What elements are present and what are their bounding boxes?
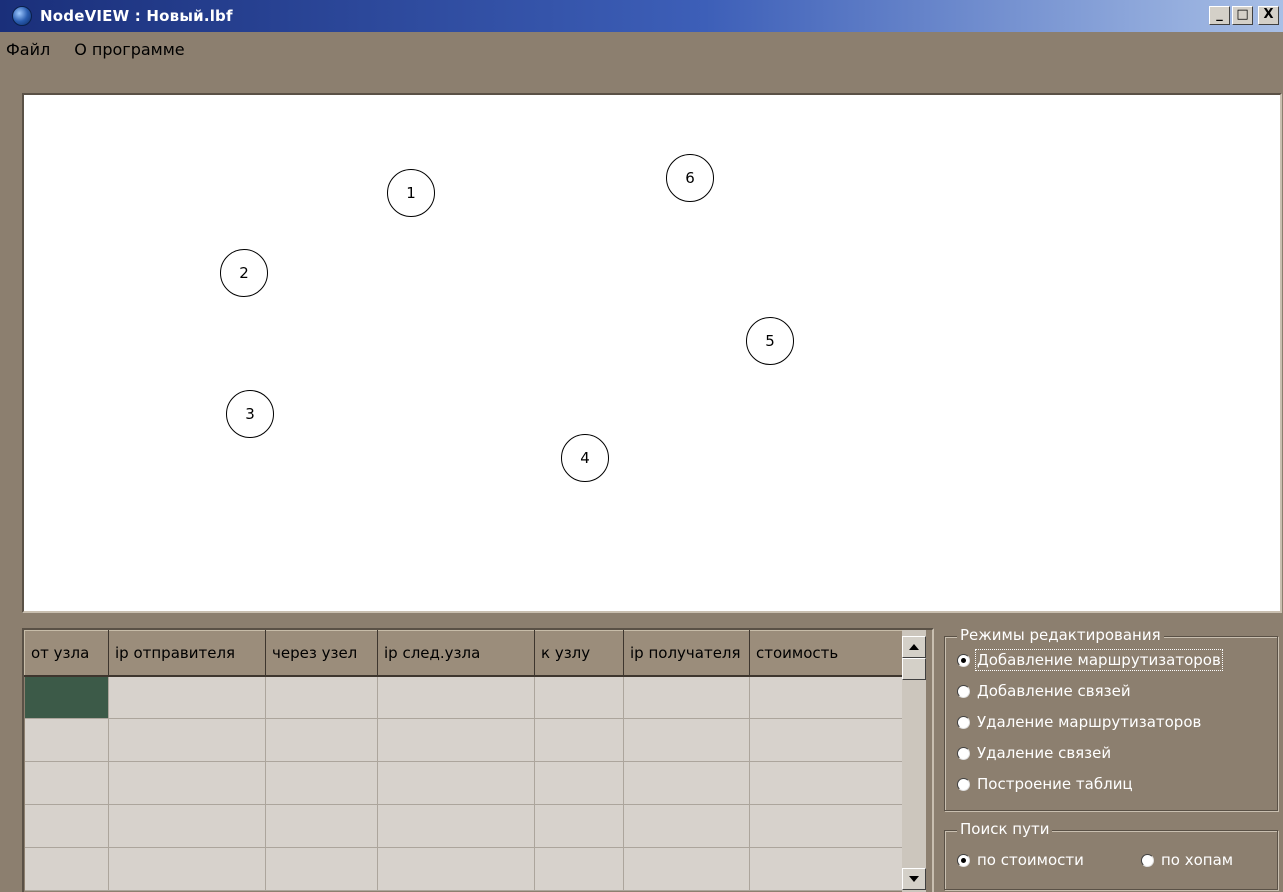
table-row: [24, 847, 903, 891]
table-cell[interactable]: [24, 718, 109, 762]
path-search-title: Поиск пути: [957, 820, 1053, 838]
close-button[interactable]: X: [1258, 6, 1279, 25]
radio-button[interactable]: [957, 684, 970, 698]
radio-label: Добавление маршрутизаторов: [975, 649, 1223, 671]
menu-file[interactable]: Файл: [6, 40, 50, 68]
table-cell[interactable]: [534, 718, 624, 762]
table-cell[interactable]: [623, 761, 750, 805]
routing-table: от узла ip отправителя через узел ip сле…: [22, 628, 934, 892]
node-5[interactable]: 5: [746, 317, 794, 365]
radio-button[interactable]: [1141, 853, 1154, 867]
table-cell[interactable]: [108, 718, 266, 762]
vertical-scrollbar[interactable]: [902, 630, 926, 892]
table-cell[interactable]: [749, 675, 903, 719]
table-cell[interactable]: [623, 675, 750, 719]
radio-button[interactable]: [957, 853, 970, 867]
node-4[interactable]: 4: [561, 434, 609, 482]
table-cell[interactable]: [24, 847, 109, 891]
node-1[interactable]: 1: [387, 169, 435, 217]
table-cell[interactable]: [265, 675, 378, 719]
edit-modes-title: Режимы редактирования: [957, 626, 1164, 644]
menu-about[interactable]: О программе: [74, 40, 184, 68]
radio-label: Добавление связей: [977, 682, 1131, 700]
column-header[interactable]: ip получателя: [623, 630, 750, 677]
table-cell-selected[interactable]: [24, 675, 109, 719]
table-cell[interactable]: [749, 718, 903, 762]
column-header[interactable]: от узла: [24, 630, 109, 677]
column-header[interactable]: стоимость: [749, 630, 903, 677]
network-canvas[interactable]: 1 2 3 4 5 6: [36, 106, 1268, 600]
table-cell[interactable]: [265, 804, 378, 848]
table-cell[interactable]: [108, 675, 266, 719]
window-title: NodeVIEW : Новый.lbf: [40, 7, 233, 25]
network-canvas-frame: 1 2 3 4 5 6: [22, 93, 1282, 613]
table-cell[interactable]: [265, 847, 378, 891]
table-cell[interactable]: [377, 761, 535, 805]
radio-button[interactable]: [957, 653, 970, 667]
table-cell[interactable]: [24, 761, 109, 805]
globe-icon[interactable]: [12, 6, 32, 26]
radio-label: по стоимости: [977, 851, 1084, 869]
title-bar[interactable]: NodeVIEW : Новый.lbf _ □ X: [0, 0, 1283, 32]
table-cell[interactable]: [377, 675, 535, 719]
path-search-group: Поиск пути по стоимости по хопам: [944, 820, 1278, 890]
column-header[interactable]: ip отправителя: [108, 630, 266, 677]
table-cell[interactable]: [108, 847, 266, 891]
radio-label: Удаление связей: [977, 744, 1112, 762]
table-cell[interactable]: [623, 718, 750, 762]
table-row: [24, 718, 903, 762]
table-cell[interactable]: [534, 761, 624, 805]
node-2[interactable]: 2: [220, 249, 268, 297]
table-header-row: от узла ip отправителя через узел ip сле…: [24, 630, 903, 677]
table-row: [24, 761, 903, 805]
arrow-down-icon[interactable]: [902, 868, 926, 890]
scrollbar-thumb[interactable]: [902, 658, 926, 680]
mode-build-tables[interactable]: Построение таблиц: [957, 775, 1133, 793]
radio-label: Удаление маршрутизаторов: [977, 713, 1202, 731]
table-cell[interactable]: [623, 847, 750, 891]
table-cell[interactable]: [265, 761, 378, 805]
table-cell[interactable]: [377, 804, 535, 848]
table-cell[interactable]: [534, 675, 624, 719]
search-by-hops[interactable]: по хопам: [1141, 851, 1233, 869]
node-6[interactable]: 6: [666, 154, 714, 202]
menu-bar: Файл О программе: [0, 40, 185, 68]
mode-delete-routers[interactable]: Удаление маршрутизаторов: [957, 713, 1201, 731]
column-header[interactable]: через узел: [265, 630, 378, 677]
table-cell[interactable]: [623, 804, 750, 848]
radio-button[interactable]: [957, 746, 970, 760]
radio-label: Построение таблиц: [977, 775, 1133, 793]
window-controls: _ □ X: [1209, 6, 1279, 25]
column-header[interactable]: ip след.узла: [377, 630, 535, 677]
table-cell[interactable]: [749, 847, 903, 891]
radio-button[interactable]: [957, 715, 970, 729]
table-cell[interactable]: [377, 718, 535, 762]
table-cell[interactable]: [377, 847, 535, 891]
node-3[interactable]: 3: [226, 390, 274, 438]
table-cell[interactable]: [749, 804, 903, 848]
table-cell[interactable]: [749, 761, 903, 805]
minimize-button[interactable]: _: [1209, 6, 1230, 25]
maximize-button[interactable]: □: [1232, 6, 1253, 25]
table-cell[interactable]: [534, 804, 624, 848]
table-cell[interactable]: [108, 804, 266, 848]
table-cell[interactable]: [265, 718, 378, 762]
mode-delete-links[interactable]: Удаление связей: [957, 744, 1111, 762]
table-cell[interactable]: [24, 804, 109, 848]
table-row: [24, 804, 903, 848]
column-header[interactable]: к узлу: [534, 630, 624, 677]
edit-modes-group: Режимы редактирования Добавление маршрут…: [944, 626, 1278, 811]
mode-add-links[interactable]: Добавление связей: [957, 682, 1131, 700]
search-by-cost[interactable]: по стоимости: [957, 851, 1084, 869]
mode-add-routers[interactable]: Добавление маршрутизаторов: [957, 649, 1223, 671]
radio-label: по хопам: [1161, 851, 1234, 869]
table-row: [24, 675, 903, 719]
table-cell[interactable]: [108, 761, 266, 805]
routing-grid: от узла ip отправителя через узел ip сле…: [24, 630, 903, 891]
arrow-up-icon[interactable]: [902, 636, 926, 658]
table-cell[interactable]: [534, 847, 624, 891]
radio-button[interactable]: [957, 777, 970, 791]
